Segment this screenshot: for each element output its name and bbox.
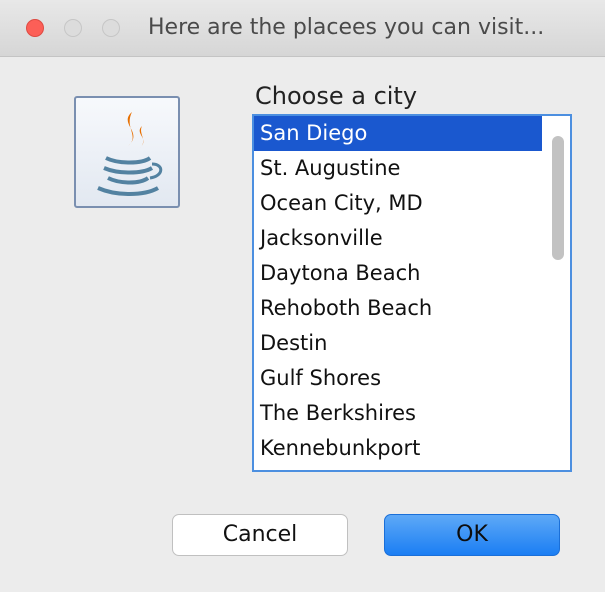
minimize-window-button[interactable] bbox=[64, 19, 82, 37]
city-list-item[interactable]: The Berkshires bbox=[254, 396, 542, 431]
close-window-button[interactable] bbox=[26, 19, 44, 37]
dialog-window: Here are the placees you can visit... Ch… bbox=[0, 0, 605, 592]
java-coffee-cup-icon bbox=[74, 96, 180, 208]
city-list-item[interactable]: St. Augustine bbox=[254, 151, 542, 186]
choose-city-label: Choose a city bbox=[255, 82, 418, 110]
city-list-item[interactable]: Destin bbox=[254, 326, 542, 361]
city-list-item[interactable]: Kennebunkport bbox=[254, 431, 542, 466]
zoom-window-button[interactable] bbox=[102, 19, 120, 37]
title-bar[interactable]: Here are the placees you can visit... bbox=[0, 0, 605, 57]
city-list-item[interactable]: Rehoboth Beach bbox=[254, 291, 542, 326]
city-listbox[interactable]: San Diego St. Augustine Ocean City, MD Jack… bbox=[252, 114, 572, 472]
city-list-item[interactable]: San Diego bbox=[254, 116, 542, 151]
city-list-item[interactable]: Ocean City, MD bbox=[254, 186, 542, 221]
ok-button[interactable]: OK bbox=[384, 514, 560, 556]
city-list-item[interactable]: Gulf Shores bbox=[254, 361, 542, 396]
city-list-item[interactable]: Jacksonville bbox=[254, 221, 542, 256]
cancel-button[interactable]: Cancel bbox=[172, 514, 348, 556]
city-list-item[interactable]: Daytona Beach bbox=[254, 256, 542, 291]
city-list: San Diego St. Augustine Ocean City, MD Jack… bbox=[254, 116, 542, 466]
window-title: Here are the placees you can visit... bbox=[148, 15, 545, 40]
list-scrollbar[interactable] bbox=[552, 136, 564, 260]
